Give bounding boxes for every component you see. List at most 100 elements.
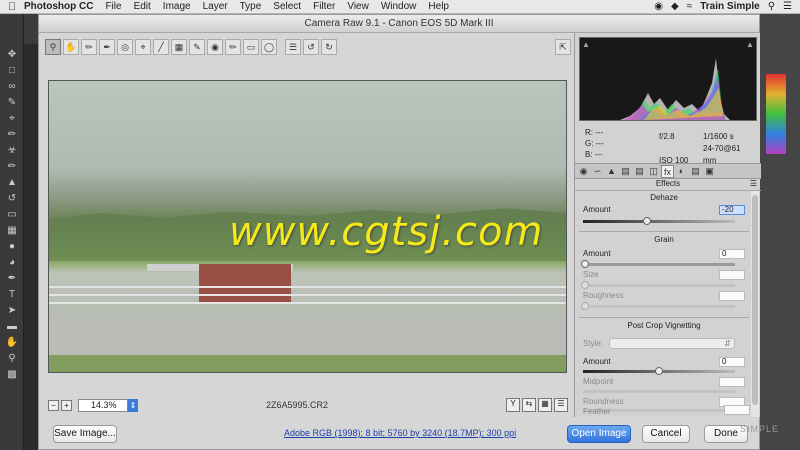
- healing-tool-icon[interactable]: ☣: [4, 144, 20, 158]
- zoom-in-button[interactable]: +: [61, 399, 72, 411]
- tab-detail-icon[interactable]: ▲: [605, 165, 618, 178]
- move-tool-icon[interactable]: ✥: [4, 48, 20, 62]
- marquee-tool-icon[interactable]: □: [4, 64, 20, 78]
- spot-removal-icon[interactable]: ✎: [189, 39, 205, 55]
- type-tool-icon[interactable]: T: [4, 288, 20, 302]
- vignette-midpoint-field[interactable]: [719, 377, 745, 387]
- brush-tool-icon[interactable]: ✏: [4, 160, 20, 174]
- hand-tool-icon[interactable]: ✋: [63, 39, 79, 55]
- crop-tool-icon[interactable]: ⌖: [135, 39, 151, 55]
- zoom-level[interactable]: 14.3%: [78, 398, 128, 412]
- eyedropper-tool-icon[interactable]: ✏: [4, 128, 20, 142]
- save-image-button[interactable]: Save Image...: [53, 425, 117, 443]
- shadow-clipping-icon[interactable]: ▲: [582, 40, 590, 49]
- white-balance-tool-icon[interactable]: ✏: [81, 39, 97, 55]
- vignette-amount-slider[interactable]: [583, 367, 735, 375]
- workflow-options-link[interactable]: Adobe RGB (1998); 8 bit; 5760 by 3240 (1…: [284, 428, 516, 438]
- menu-window[interactable]: Window: [381, 1, 417, 12]
- eraser-tool-icon[interactable]: ▭: [4, 208, 20, 222]
- menu-type[interactable]: Type: [240, 1, 262, 12]
- menu-edit[interactable]: Edit: [134, 1, 151, 12]
- rotate-left-icon[interactable]: ↺: [303, 39, 319, 55]
- tab-camera-calibration-icon[interactable]: ◐: [675, 165, 688, 178]
- vignette-feather-field[interactable]: [724, 405, 750, 415]
- rotate-right-icon[interactable]: ↻: [321, 39, 337, 55]
- history-brush-icon[interactable]: ↺: [4, 192, 20, 206]
- apple-icon[interactable]: : [0, 1, 24, 13]
- image-preview[interactable]: www.cgtsj.com: [48, 80, 567, 373]
- tab-effects-icon[interactable]: fx: [661, 164, 674, 178]
- vignette-amount-field[interactable]: 0: [719, 357, 745, 367]
- radial-filter-icon[interactable]: ◯: [261, 39, 277, 55]
- copy-settings-icon[interactable]: ▦: [538, 398, 552, 412]
- search-icon[interactable]: ⚲: [768, 1, 775, 12]
- tab-tone-curve-icon[interactable]: ∽: [591, 165, 604, 178]
- zoom-tool-icon[interactable]: ⚲: [45, 39, 61, 55]
- tab-basic-icon[interactable]: ◉: [577, 165, 590, 178]
- tab-presets-icon[interactable]: ▤: [689, 165, 702, 178]
- zoom-tool-icon[interactable]: ⚲: [4, 352, 20, 366]
- tab-snapshots-icon[interactable]: ▣: [703, 165, 716, 178]
- graduated-filter-icon[interactable]: ▭: [243, 39, 259, 55]
- fullscreen-icon[interactable]: ⇱: [555, 39, 571, 55]
- color-picker[interactable]: [766, 74, 786, 154]
- adjustment-brush-icon[interactable]: ✏: [225, 39, 241, 55]
- preferences-icon[interactable]: ☰: [285, 39, 301, 55]
- blur-tool-icon[interactable]: ●: [4, 240, 20, 254]
- straighten-tool-icon[interactable]: ╱: [153, 39, 169, 55]
- tab-hsl-icon[interactable]: ▤: [619, 165, 632, 178]
- tab-split-toning-icon[interactable]: ▤: [633, 165, 646, 178]
- dehaze-slider-knob[interactable]: [643, 217, 651, 225]
- red-eye-icon[interactable]: ◉: [207, 39, 223, 55]
- tab-lens-icon[interactable]: ◫: [647, 165, 660, 178]
- toggle-icon[interactable]: ☰: [554, 398, 568, 412]
- highlight-clipping-icon[interactable]: ▲: [746, 40, 754, 49]
- quick-select-tool-icon[interactable]: ✎: [4, 96, 20, 110]
- dropbox-icon[interactable]: ◆: [671, 1, 679, 12]
- color-sampler-icon[interactable]: ✒: [99, 39, 115, 55]
- creative-cloud-icon[interactable]: ◉: [654, 1, 663, 12]
- menu-filter[interactable]: Filter: [313, 1, 335, 12]
- pen-tool-icon[interactable]: ✒: [4, 272, 20, 286]
- panel-menu-icon[interactable]: ☰: [750, 179, 757, 188]
- grain-roughness-slider[interactable]: [581, 302, 735, 310]
- grain-roughness-field[interactable]: [719, 291, 745, 301]
- hand-tool-icon[interactable]: ✋: [4, 336, 20, 350]
- dehaze-amount-slider[interactable]: [583, 217, 735, 225]
- user-name[interactable]: Train Simple: [700, 1, 759, 12]
- crop-tool-icon[interactable]: ⌖: [4, 112, 20, 126]
- wifi-icon[interactable]: ≈: [687, 1, 693, 12]
- shape-tool-icon[interactable]: ▬: [4, 320, 20, 334]
- cancel-button[interactable]: Cancel: [642, 425, 690, 443]
- menu-view[interactable]: View: [347, 1, 369, 12]
- zoom-dropdown-icon[interactable]: ⇕: [128, 398, 138, 412]
- swatches-icon[interactable]: ▩: [4, 368, 20, 382]
- zoom-out-button[interactable]: −: [48, 399, 59, 411]
- app-menu[interactable]: Photoshop CC: [24, 1, 93, 12]
- menu-image[interactable]: Image: [163, 1, 191, 12]
- targeted-adjustment-icon[interactable]: ◎: [117, 39, 133, 55]
- scrollbar-thumb[interactable]: [752, 195, 758, 405]
- dodge-tool-icon[interactable]: ◕: [4, 256, 20, 270]
- stamp-tool-icon[interactable]: ▲: [4, 176, 20, 190]
- panel-scrollbar[interactable]: [751, 191, 759, 417]
- grain-amount-field[interactable]: 0: [719, 249, 745, 259]
- before-after-icon[interactable]: Y: [506, 398, 520, 412]
- menu-file[interactable]: File: [105, 1, 121, 12]
- swap-icon[interactable]: ⇆: [522, 398, 536, 412]
- vignette-style-select[interactable]: ⇵: [609, 338, 735, 349]
- menu-select[interactable]: Select: [273, 1, 301, 12]
- grain-size-slider[interactable]: [581, 281, 735, 289]
- grain-amount-slider[interactable]: [581, 260, 735, 268]
- open-image-button[interactable]: Open Image: [567, 425, 631, 443]
- menu-layer[interactable]: Layer: [203, 1, 228, 12]
- gradient-tool-icon[interactable]: ▦: [4, 224, 20, 238]
- menu-help[interactable]: Help: [428, 1, 449, 12]
- dehaze-amount-field[interactable]: -20: [719, 205, 745, 215]
- grain-size-field[interactable]: [719, 270, 745, 280]
- vignette-midpoint-slider[interactable]: [583, 390, 735, 393]
- transform-tool-icon[interactable]: ▦: [171, 39, 187, 55]
- notification-icon[interactable]: ☰: [783, 1, 792, 12]
- path-select-icon[interactable]: ➤: [4, 304, 20, 318]
- lasso-tool-icon[interactable]: ∞: [4, 80, 20, 94]
